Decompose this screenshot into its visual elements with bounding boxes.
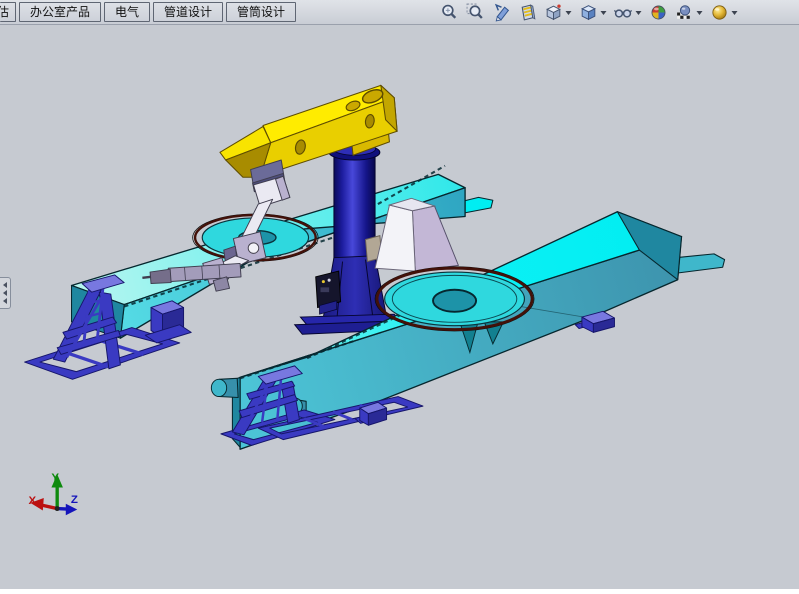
front-rotary-ring[interactable] — [375, 267, 534, 331]
tab-evaluate-partial[interactable]: 估 — [0, 2, 16, 22]
robot-tool-tip — [142, 277, 151, 278]
chevron-left-icon — [3, 290, 7, 296]
front-beam-end-tongue[interactable] — [676, 254, 725, 273]
tab-electrical[interactable]: 电气 — [104, 2, 150, 22]
front-beam-trunnion-lug[interactable] — [211, 378, 238, 397]
dropdown-arrow-icon[interactable] — [635, 10, 642, 16]
dropdown-arrow-icon[interactable] — [696, 10, 703, 16]
command-toolbar: 估 办公室产品 电气 管道设计 管筒设计 — [0, 0, 799, 25]
model-scene: X Y Z — [0, 25, 799, 589]
chevron-left-icon — [3, 298, 7, 304]
feature-tree-flyout-tab[interactable] — [0, 277, 11, 309]
y-axis-label: Y — [51, 472, 59, 484]
robot-tool-head — [150, 269, 171, 283]
x-axis-label: X — [28, 495, 36, 507]
chevron-left-icon — [3, 282, 7, 288]
view-settings-icon[interactable] — [708, 2, 730, 23]
edit-appearance-icon[interactable] — [647, 2, 669, 23]
dropdown-arrow-icon[interactable] — [600, 10, 607, 16]
hide-show-items-icon[interactable] — [612, 2, 634, 23]
tab-office-products[interactable]: 办公室产品 — [19, 2, 101, 22]
previous-view-icon[interactable] — [490, 2, 512, 23]
robot-joint-disc — [248, 243, 259, 254]
view-orientation-icon[interactable] — [542, 2, 564, 23]
graphics-viewport[interactable]: X Y Z — [0, 25, 799, 589]
dropdown-arrow-icon[interactable] — [565, 10, 572, 16]
section-view-icon[interactable] — [516, 2, 538, 23]
zoom-to-fit-icon[interactable] — [438, 2, 460, 23]
tab-tubing-design[interactable]: 管筒设计 — [226, 2, 296, 22]
command-tabs: 估 办公室产品 电气 管道设计 管筒设计 — [0, 2, 296, 22]
apply-scene-icon[interactable] — [673, 2, 695, 23]
orientation-triad: X Y Z — [28, 472, 77, 515]
dropdown-arrow-icon[interactable] — [731, 10, 738, 16]
column-control-box[interactable] — [316, 271, 341, 314]
solidworks-window: 估 办公室产品 电气 管道设计 管筒设计 — [0, 0, 799, 589]
display-style-icon[interactable] — [577, 2, 599, 23]
heads-up-view-toolbar — [436, 2, 741, 23]
triad-origin — [55, 506, 60, 511]
rear-mid-support[interactable] — [145, 301, 191, 343]
tab-piping-design[interactable]: 管道设计 — [153, 2, 223, 22]
z-axis-label: Z — [71, 494, 78, 506]
zoom-to-area-icon[interactable] — [464, 2, 486, 23]
